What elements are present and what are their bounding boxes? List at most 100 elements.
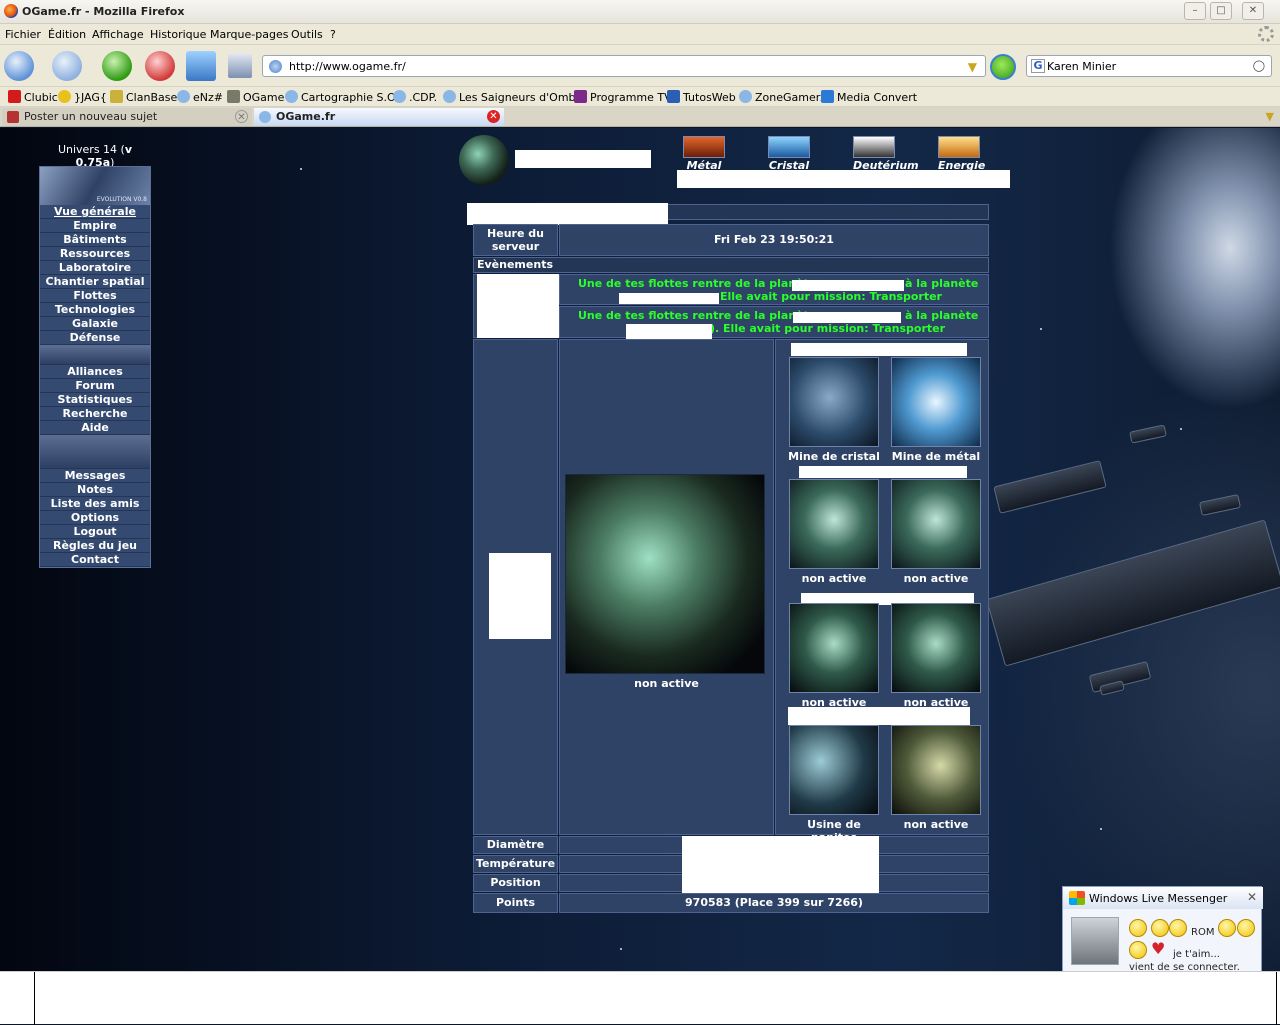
resource-cristal: Cristal	[768, 136, 810, 172]
close-icon[interactable]: ✕	[1242, 2, 1264, 20]
bookmark-cdp[interactable]: .CDP.	[393, 90, 437, 104]
menu-edition[interactable]: Édition	[48, 28, 86, 41]
colony-slot[interactable]: Mine de métal	[886, 357, 986, 463]
colony-slot[interactable]: Mine de cristal	[784, 357, 884, 463]
tab-close-icon[interactable]: ✕	[235, 110, 248, 123]
menu-fichier[interactable]: Fichier	[5, 28, 41, 41]
bookmark-media-convert[interactable]: Media Convert	[821, 90, 917, 104]
bookmark-clanbase[interactable]: ClanBase	[110, 90, 177, 104]
back-icon[interactable]	[4, 51, 34, 81]
forward-icon[interactable]	[52, 51, 82, 81]
colony-slot[interactable]: non active	[784, 603, 884, 709]
colony-slot[interactable]: non active	[886, 603, 986, 709]
url-bar[interactable]: http://www.ogame.fr/ ▼	[262, 55, 986, 77]
menu-marque-pages[interactable]: Marque-pages	[210, 28, 288, 41]
url-text: http://www.ogame.fr/	[289, 60, 406, 73]
menu-liste-des-amis[interactable]: Liste des amis	[40, 497, 150, 511]
colony-name-redacted	[791, 343, 967, 356]
tab-close-icon[interactable]: ✕	[487, 110, 500, 123]
planet-select-redacted[interactable]	[515, 150, 651, 168]
search-value: Karen Minier	[1047, 60, 1117, 73]
menu-contact[interactable]: Contact	[40, 553, 150, 567]
search-icon[interactable]: ◯	[1253, 59, 1265, 72]
bookmark-clubic[interactable]: Clubic	[8, 90, 58, 104]
menu-outils[interactable]: Outils	[291, 28, 323, 41]
bookmark-saigneurs[interactable]: Les Saigneurs d'Ombre	[443, 90, 587, 104]
cristal-icon	[768, 136, 810, 158]
clanbase-icon	[110, 90, 123, 103]
search-input[interactable]: G Karen Minier ◯	[1026, 55, 1272, 77]
tab-poster-sujet[interactable]: Poster un nouveau sujet ✕	[2, 108, 252, 126]
moon-redacted[interactable]	[489, 553, 551, 639]
colony-image	[891, 357, 981, 447]
menu-forum[interactable]: Forum	[40, 379, 150, 393]
menu-notes[interactable]: Notes	[40, 483, 150, 497]
bookmark-ogame[interactable]: OGame	[227, 90, 284, 104]
events-header: Evènements	[473, 257, 989, 273]
bookmark-enz[interactable]: eNz#	[177, 90, 223, 104]
maximize-icon[interactable]: □	[1210, 2, 1232, 20]
menu-alliances[interactable]: Alliances	[40, 365, 150, 379]
menu-logout[interactable]: Logout	[40, 525, 150, 539]
server-time: Fri Feb 23 19:50:21	[559, 224, 989, 256]
star	[300, 168, 302, 170]
bookmark-zonegamerz[interactable]: ZoneGamerz	[739, 90, 826, 104]
smiley-icon	[1237, 919, 1255, 937]
menu-empire[interactable]: Empire	[40, 219, 150, 233]
colony-slot[interactable]: non active	[784, 479, 884, 585]
home-icon[interactable]	[186, 51, 216, 81]
bookmark-tutosweb[interactable]: TutosWeb	[667, 90, 736, 104]
diameter-label: Diamètre	[473, 836, 558, 854]
menu-aide[interactable]: Aide	[40, 421, 150, 435]
menu-regles-du-jeu[interactable]: Règles du jeu	[40, 539, 150, 553]
menu-galaxie[interactable]: Galaxie	[40, 317, 150, 331]
left-menu: EVOLUTION V0.8 Vue générale Empire Bâtim…	[39, 166, 151, 568]
menu-affichage[interactable]: Affichage	[92, 28, 144, 41]
menu-ressources[interactable]: Ressources	[40, 247, 150, 261]
main-planet-image[interactable]	[565, 474, 765, 674]
reload-icon[interactable]	[102, 51, 132, 81]
tab-ogame[interactable]: OGame.fr ✕	[254, 108, 504, 126]
close-icon[interactable]: ✕	[1247, 890, 1257, 904]
menu-messages[interactable]: Messages	[40, 469, 150, 483]
colony-slot[interactable]: non active	[886, 725, 986, 831]
menu-vue-generale[interactable]: Vue générale	[40, 205, 150, 219]
menu-laboratoire[interactable]: Laboratoire	[40, 261, 150, 275]
dropdown-arrow-icon[interactable]: ▼	[968, 60, 977, 74]
menu-help[interactable]: ?	[330, 28, 336, 41]
menu-defense[interactable]: Défense	[40, 331, 150, 345]
minimize-icon[interactable]: –	[1184, 2, 1206, 20]
planet-thumbnail[interactable]	[459, 135, 509, 185]
menu-historique[interactable]: Historique	[150, 28, 206, 41]
messenger-popup[interactable]: Windows Live Messenger ✕ ROM ♥ je t'aim.…	[1062, 886, 1263, 973]
bookmark-jag[interactable]: }JAG{	[58, 90, 107, 104]
menu-batiments[interactable]: Bâtiments	[40, 233, 150, 247]
go-button[interactable]	[990, 54, 1016, 80]
google-icon[interactable]: G	[1031, 59, 1045, 73]
bookmark-programme-tv[interactable]: Programme TV	[574, 90, 672, 104]
menu-technologies[interactable]: Technologies	[40, 303, 150, 317]
ogame-logo: EVOLUTION V0.8	[40, 167, 150, 205]
menu-recherche[interactable]: Recherche	[40, 407, 150, 421]
colony-slot[interactable]: Usine de nanites	[784, 725, 884, 844]
menu-options[interactable]: Options	[40, 511, 150, 525]
spaceship	[1129, 424, 1167, 444]
tab-list-arrow-icon[interactable]: ▼	[1266, 110, 1274, 123]
menu-chantier-spatial[interactable]: Chantier spatial	[40, 275, 150, 289]
navigation-toolbar: http://www.ogame.fr/ ▼ G Karen Minier ◯	[0, 45, 1280, 87]
colony-slot[interactable]: non active	[886, 479, 986, 585]
forum-icon	[7, 111, 19, 123]
messenger-line-2: je t'aim...	[1173, 949, 1220, 960]
colony-name-redacted	[799, 466, 967, 478]
menu-flottes[interactable]: Flottes	[40, 289, 150, 303]
stop-icon[interactable]	[145, 51, 175, 81]
tab-bar: Poster un nouveau sujet ✕ OGame.fr ✕ ▼	[0, 107, 1280, 127]
bookmark-cartographie[interactable]: Cartographie S.O	[285, 90, 396, 104]
colony-image	[891, 603, 981, 693]
event-row-1: Une de tes flottes rentre de la planète …	[559, 274, 989, 305]
menu-statistiques[interactable]: Statistiques	[40, 393, 150, 407]
bottom-panel	[0, 971, 1280, 1025]
planet-info-redacted	[682, 836, 879, 894]
spaceship	[985, 519, 1280, 667]
print-icon[interactable]	[228, 54, 252, 78]
